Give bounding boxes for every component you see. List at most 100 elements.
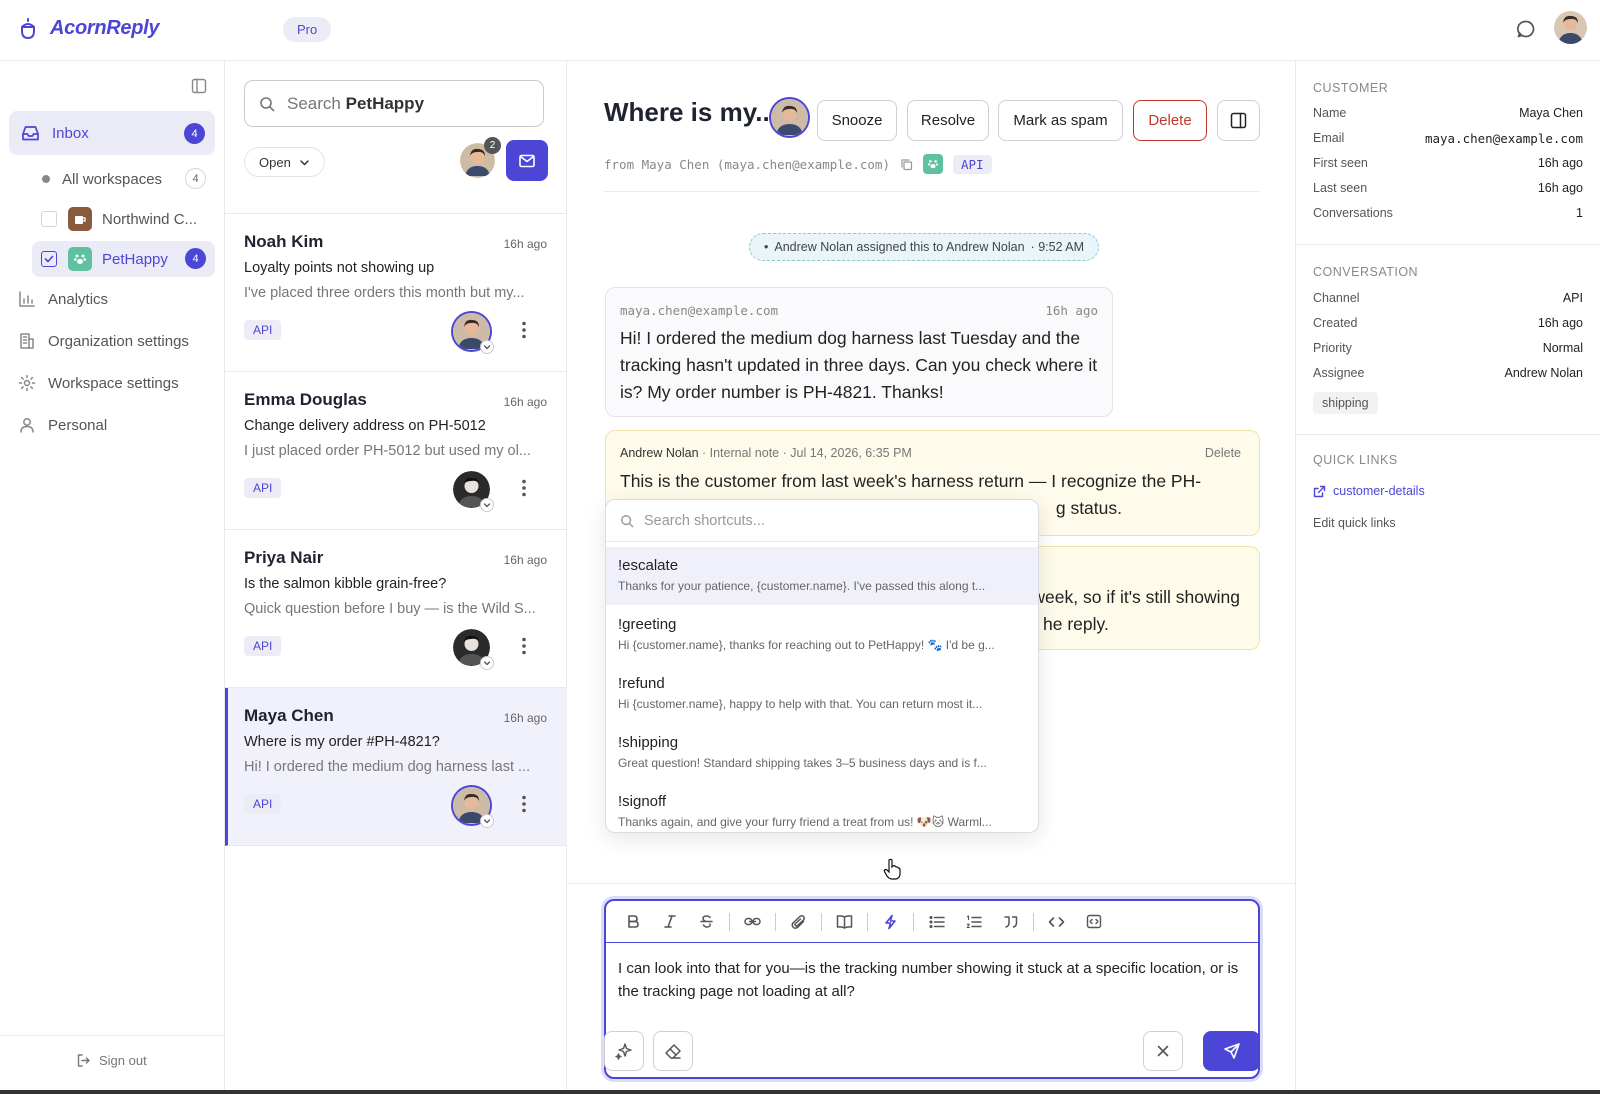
code-icon[interactable] xyxy=(1038,907,1075,937)
collapse-sidebar-icon[interactable] xyxy=(191,78,207,94)
workspace-checkbox[interactable] xyxy=(41,251,57,267)
tag-chip[interactable]: shipping xyxy=(1313,392,1378,414)
more-options-icon[interactable] xyxy=(522,321,526,339)
assignee-avatar[interactable] xyxy=(453,471,494,512)
edit-quick-links-button[interactable]: Edit quick links xyxy=(1313,516,1396,530)
system-event-text: Andrew Nolan assigned this to Andrew Nol… xyxy=(774,240,1025,254)
plan-badge: Pro xyxy=(283,17,332,42)
link-icon[interactable] xyxy=(734,907,771,937)
conversation-field-priority[interactable]: Priority Normal xyxy=(1313,341,1583,361)
strikethrough-icon[interactable] xyxy=(688,907,725,937)
snooze-button[interactable]: Snooze xyxy=(817,100,897,141)
workspace-label: Northwind C... xyxy=(102,210,198,228)
sidebar-item-organization-settings[interactable]: Organization settings xyxy=(18,326,189,356)
assignee-avatar[interactable] xyxy=(453,313,494,354)
mark-as-spam-button[interactable]: Mark as spam xyxy=(998,100,1123,141)
more-options-icon[interactable] xyxy=(522,637,526,655)
sidebar-item-inbox[interactable]: Inbox 4 xyxy=(9,111,215,155)
note-author: Andrew Nolan xyxy=(620,446,699,460)
chat-bubble-icon[interactable] xyxy=(1516,19,1536,39)
compose-button[interactable] xyxy=(506,140,548,181)
paw-icon xyxy=(922,154,943,174)
sidebar-item-workspace-settings[interactable]: Workspace settings xyxy=(18,368,179,398)
conversation-item[interactable]: Priya Nair 16h ago Is the salmon kibble … xyxy=(225,530,567,688)
italic-icon[interactable] xyxy=(651,907,688,937)
more-options-icon[interactable] xyxy=(522,795,526,813)
search-input[interactable]: Search PetHappy xyxy=(244,80,544,127)
app-logo[interactable]: AcornReply xyxy=(18,17,160,40)
book-icon[interactable] xyxy=(826,907,863,937)
workspace-all[interactable]: All workspaces 4 xyxy=(32,161,215,197)
assignee-filter-avatar[interactable]: 2 xyxy=(460,137,501,178)
toggle-panel-button[interactable] xyxy=(1217,100,1260,141)
customer-message: maya.chen@example.com 16h ago Hi! I orde… xyxy=(605,287,1113,417)
toolbar-divider xyxy=(821,912,822,931)
from-address: from Maya Chen (maya.chen@example.com) xyxy=(604,156,890,172)
shortcut-item-shipping[interactable]: !shipping Great question! Standard shipp… xyxy=(606,724,1038,782)
quote-icon[interactable] xyxy=(992,907,1029,937)
sidebar-item-label: Workspace settings xyxy=(48,374,179,392)
shortcut-snippet: Thanks for your patience, {customer.name… xyxy=(618,579,986,593)
send-button[interactable] xyxy=(1203,1031,1260,1071)
bullet-icon xyxy=(42,175,50,183)
workspace-northwind[interactable]: Northwind C... xyxy=(32,201,215,237)
assignee-avatar[interactable] xyxy=(453,629,494,670)
workspace-checkbox[interactable] xyxy=(41,211,57,227)
shortcut-item-escalate[interactable]: !escalate Thanks for your patience, {cus… xyxy=(606,547,1038,605)
workspace-pethappy[interactable]: PetHappy 4 xyxy=(32,241,215,277)
quick-link-customer-details[interactable]: customer-details xyxy=(1313,484,1425,498)
conversation-assignee-avatar[interactable] xyxy=(771,99,808,136)
reply-textarea[interactable]: I can look into that for you—is the trac… xyxy=(618,957,1248,1003)
sidebar-item-label: Analytics xyxy=(48,290,109,308)
sparkles-icon xyxy=(615,1042,633,1060)
bullet-list-icon[interactable] xyxy=(918,907,955,937)
delete-note-button[interactable]: Delete xyxy=(1205,446,1241,460)
assignee-count-badge: 2 xyxy=(484,137,501,154)
customer-section-heading: CUSTOMER xyxy=(1313,81,1389,95)
sidebar-item-personal[interactable]: Personal xyxy=(18,410,107,440)
window-bottom-edge xyxy=(0,1090,1600,1094)
clear-draft-button[interactable] xyxy=(653,1031,693,1071)
conversation-item[interactable]: Noah Kim 16h ago Loyalty points not show… xyxy=(225,214,567,372)
eraser-icon xyxy=(664,1042,682,1060)
external-link-icon xyxy=(1313,485,1326,498)
shortcut-item-refund[interactable]: !refund Hi {customer.name}, happy to hel… xyxy=(606,665,1038,723)
conversation-preview: I just placed order PH-5012 but used my … xyxy=(244,443,531,459)
resolve-button[interactable]: Resolve xyxy=(907,100,989,141)
toolbar-divider xyxy=(775,912,776,931)
attachment-icon[interactable] xyxy=(780,907,817,937)
sidebar-item-analytics[interactable]: Analytics xyxy=(18,284,108,314)
numbered-list-icon[interactable] xyxy=(955,907,992,937)
copy-icon[interactable] xyxy=(900,158,913,171)
assignee-avatar[interactable] xyxy=(453,787,494,828)
ai-assist-button[interactable] xyxy=(604,1031,644,1071)
conversation-time: 16h ago xyxy=(503,711,547,725)
shortcut-item-greeting[interactable]: !greeting Hi {customer.name}, thanks for… xyxy=(606,606,1038,664)
code-block-icon[interactable] xyxy=(1075,907,1112,937)
shortcut-lightning-icon[interactable] xyxy=(872,907,909,937)
delete-button[interactable]: Delete xyxy=(1133,100,1207,141)
conversation-field-assignee[interactable]: Assignee Andrew Nolan xyxy=(1313,366,1583,386)
search-icon xyxy=(259,96,275,112)
shortcut-search-input[interactable]: Search shortcuts... xyxy=(606,500,1038,542)
user-avatar[interactable] xyxy=(1554,11,1587,44)
system-event-time: · 9:52 AM xyxy=(1030,240,1085,254)
sign-out-label: Sign out xyxy=(99,1053,147,1068)
sidebar-panel-icon xyxy=(1230,112,1247,129)
conversation-title: Where is my... xyxy=(604,97,777,127)
shortcut-command: !shipping xyxy=(618,734,679,751)
conversation-item-selected[interactable]: Maya Chen 16h ago Where is my order #PH-… xyxy=(225,688,567,846)
sidebar-item-label: Personal xyxy=(48,416,108,434)
status-filter-dropdown[interactable]: Open xyxy=(244,147,325,177)
coffee-icon xyxy=(68,207,92,231)
sign-out-button[interactable]: Sign out xyxy=(76,1053,147,1068)
conversation-item[interactable]: Emma Douglas 16h ago Change delivery add… xyxy=(225,372,567,530)
shortcut-item-signoff[interactable]: !signoff Thanks again, and give your fur… xyxy=(606,783,1038,832)
conversation-preview: Hi! I ordered the medium dog harness las… xyxy=(244,759,531,775)
more-options-icon[interactable] xyxy=(522,479,526,497)
top-bar: AcornReply Pro xyxy=(0,0,1600,61)
bold-icon[interactable] xyxy=(614,907,651,937)
cancel-reply-button[interactable] xyxy=(1143,1031,1183,1071)
shortcut-command: !escalate xyxy=(618,557,679,574)
from-line: from Maya Chen (maya.chen@example.com) A… xyxy=(604,154,992,174)
